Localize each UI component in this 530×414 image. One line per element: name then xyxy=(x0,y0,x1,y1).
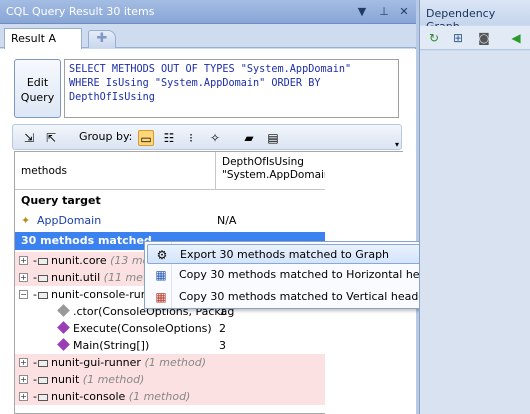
assembly-icon xyxy=(37,359,48,367)
query-editor[interactable]: SELECT METHODS OUT OF TYPES "System.AppD… xyxy=(64,59,399,118)
query-line-3: DepthOfIsUsing xyxy=(69,92,155,103)
list-item[interactable]: + ‐ nunit-console (1 method) xyxy=(15,388,325,405)
column-header-depth-line1: DepthOfIsUsing xyxy=(222,156,304,168)
plus-icon: ✚ xyxy=(96,31,108,46)
assembly-name: nunit-console xyxy=(50,390,126,403)
dependency-graph-title: Dependency Graph xyxy=(420,0,530,33)
type-icon: ✦ xyxy=(21,214,31,227)
target-row[interactable]: ✦ AppDomain N/A xyxy=(15,212,325,229)
method-name: Main(String[]) xyxy=(73,339,150,352)
assembly-name: nunit-console-runn xyxy=(50,288,155,301)
assembly-name: nunit.util xyxy=(50,271,101,284)
expand-all-icon[interactable]: ⇲ xyxy=(21,130,37,146)
query-line-2: WHERE IsUsing "System.AppDomain" ORDER B… xyxy=(69,78,321,89)
assembly-name: nunit xyxy=(50,373,80,386)
collapse-icon[interactable]: − xyxy=(19,290,28,299)
assembly-count: (1 method) xyxy=(82,373,145,386)
group-by-label: Group by: xyxy=(79,130,133,143)
assembly-count: (1 method) xyxy=(128,390,191,403)
list-item[interactable]: + ‐ nunit (1 method) xyxy=(15,371,325,388)
edit-query-label-1: Edit xyxy=(26,76,49,89)
matrix-vertical-icon: ▦ xyxy=(155,290,167,304)
query-line-1: SELECT METHODS OUT OF TYPES "System.AppD… xyxy=(69,64,352,75)
assembly-icon xyxy=(37,393,48,401)
panel-title: CQL Query Result 30 items xyxy=(6,5,155,18)
method-row[interactable]: Execute(ConsoleOptions) 2 xyxy=(15,320,325,337)
group-by-namespace-icon[interactable]: ☷ xyxy=(161,130,177,146)
group-by-assembly-icon[interactable]: ▭ xyxy=(138,130,154,146)
method-depth: 3 xyxy=(219,339,226,352)
edit-query-label-2: Query xyxy=(20,91,55,104)
method-name: Execute(ConsoleOptions) xyxy=(73,322,212,335)
expand-icon[interactable]: + xyxy=(19,392,28,401)
list-item[interactable]: + ‐ nunit-gui-runner (1 method) xyxy=(15,354,325,371)
assembly-icon xyxy=(37,274,48,282)
assembly-name: nunit-gui-runner xyxy=(50,356,141,369)
group-by-member-icon[interactable]: ✧ xyxy=(207,130,223,146)
window-menu-icon[interactable]: ▼ xyxy=(354,4,370,20)
expand-icon[interactable]: + xyxy=(19,375,28,384)
method-icon xyxy=(57,304,70,317)
assembly-count: (11 met xyxy=(103,271,148,284)
target-value: N/A xyxy=(217,214,237,227)
graph-icon: ⚙ xyxy=(156,248,168,262)
document-icon[interactable]: ▤ xyxy=(265,130,281,146)
expand-icon[interactable]: + xyxy=(19,256,28,265)
expand-icon[interactable]: + xyxy=(19,358,28,367)
assembly-icon xyxy=(37,376,48,384)
column-header-methods[interactable]: methods xyxy=(15,152,216,190)
panel-titlebar: CQL Query Result 30 items ▼ ⊥ ✕ xyxy=(0,0,416,24)
group-by-type-icon[interactable]: ⁝ xyxy=(183,130,199,146)
method-icon xyxy=(57,338,70,351)
back-icon[interactable]: ◀ xyxy=(508,30,524,46)
query-target-row: Query target xyxy=(21,194,101,207)
expand-icon[interactable]: + xyxy=(19,273,28,282)
assembly-icon xyxy=(37,291,48,299)
method-row[interactable]: Main(String[]) 3 xyxy=(15,337,325,354)
dependency-graph-panel: Dependency Graph ↻ ⊞ ◙ ◀ xyxy=(419,0,530,414)
assembly-name: nunit.core xyxy=(50,254,107,267)
pin-icon[interactable]: ⊥ xyxy=(376,4,392,20)
folder-icon[interactable]: ▰ xyxy=(241,130,257,146)
export-to-graph-label: Export 30 methods matched to Graph xyxy=(180,248,390,261)
layout-icon[interactable]: ⊞ xyxy=(450,30,466,46)
result-toolbar: ⇲ ⇱ Group by: ▭ ☷ ⁝ ✧ ▰ ▤ ▾ xyxy=(12,124,402,150)
dependency-graph-canvas[interactable] xyxy=(420,51,530,414)
tab-result-a[interactable]: Result A xyxy=(4,28,82,49)
column-header-depth-line2: "System.AppDomain" xyxy=(222,169,326,181)
assembly-count: (1 method) xyxy=(144,356,207,369)
tab-strip: Result A ✚ xyxy=(0,24,416,49)
refresh-icon[interactable]: ↻ xyxy=(426,30,442,46)
assembly-icon xyxy=(37,257,48,265)
collapse-all-icon[interactable]: ⇱ xyxy=(43,130,59,146)
camera-icon[interactable]: ◙ xyxy=(476,30,492,46)
method-icon xyxy=(57,321,70,334)
query-result-panel: CQL Query Result 30 items ▼ ⊥ ✕ Result A… xyxy=(0,0,416,414)
target-name: AppDomain xyxy=(37,214,102,227)
new-tab-button[interactable]: ✚ xyxy=(88,30,116,48)
method-depth: 2 xyxy=(219,322,226,335)
edit-query-button[interactable]: Edit Query xyxy=(14,59,61,118)
column-header-depth[interactable]: DepthOfIsUsing "System.AppDomain" xyxy=(216,152,326,190)
close-icon[interactable]: ✕ xyxy=(396,4,412,20)
dependency-toolbar: ↻ ⊞ ◙ ◀ xyxy=(420,26,530,50)
matrix-horizontal-icon: ▦ xyxy=(155,268,167,282)
